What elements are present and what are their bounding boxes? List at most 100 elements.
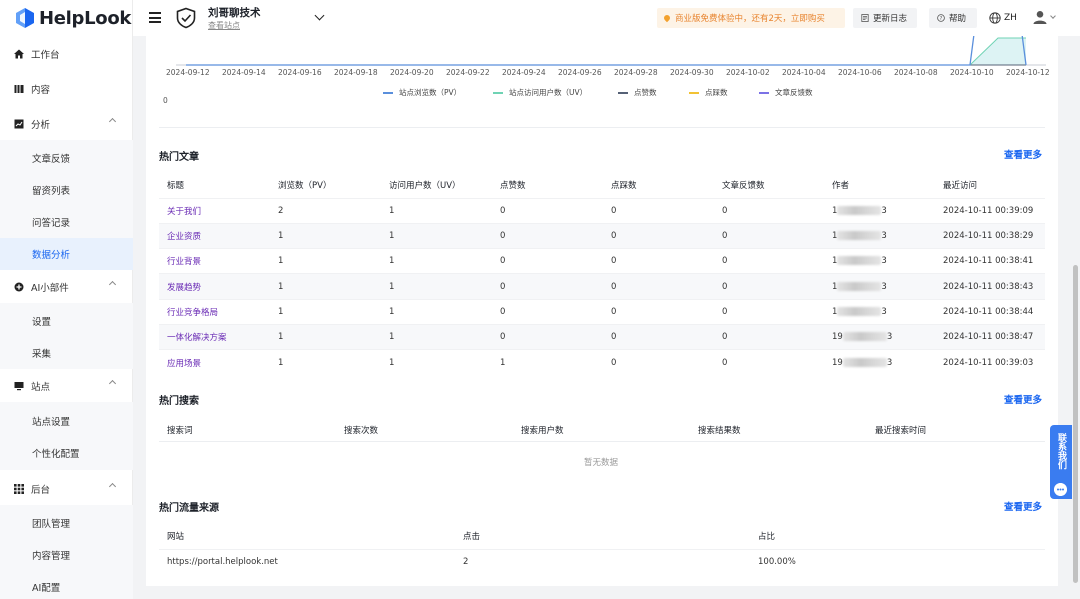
page-scrollbar[interactable] (1073, 265, 1078, 583)
sidebar-subitem-data-analysis[interactable]: 数据分析 (0, 238, 133, 270)
uv-cell: 1 (381, 197, 492, 224)
column-header: 文章反馈数 (722, 181, 765, 192)
hot-articles-more-link[interactable]: 查看更多 (1004, 147, 1042, 161)
dislikes-cell: 0 (603, 298, 714, 325)
article-title-link[interactable]: 行业背景 (159, 248, 270, 274)
legend-label: 站点浏览数（PV） (399, 88, 462, 97)
book-icon (14, 85, 24, 93)
language-switcher[interactable]: ZH (989, 12, 1017, 24)
dislikes-cell: 0 (603, 349, 714, 376)
pv-cell: 1 (270, 248, 381, 274)
sidebar-subitem-team[interactable]: 团队管理 (0, 507, 133, 539)
dislikes-cell: 0 (603, 248, 714, 274)
legend-item[interactable]: 站点浏览数（PV） (383, 87, 461, 98)
view-site-link[interactable]: 查看站点 (208, 20, 240, 31)
column-header: 搜索次数 (344, 425, 379, 436)
article-title-link[interactable]: 企业资质 (159, 222, 270, 249)
changelog-button[interactable]: 更新日志 (853, 8, 917, 28)
home-icon (14, 49, 24, 59)
likes-cell: 1 (492, 349, 603, 376)
help-label: 帮助 (949, 14, 967, 24)
help-button[interactable]: ? 帮助 (929, 8, 977, 28)
likes-cell: 0 (492, 273, 603, 300)
sidebar-subitem-qa-records[interactable]: 问答记录 (0, 206, 133, 238)
column-header: 网站 (167, 532, 185, 543)
app-logo[interactable]: HelpLook (16, 6, 131, 30)
article-title-link[interactable]: 应用场景 (159, 349, 270, 376)
contact-us-label: 联系我们 (1056, 433, 1066, 469)
table-header-row: 搜索词 搜索次数 搜索用户数 搜索结果数 最近搜索时间 (159, 417, 1045, 442)
article-title-link[interactable]: 一体化解决方案 (159, 323, 270, 350)
likes-cell: 0 (492, 197, 603, 224)
document-icon (861, 14, 869, 22)
promo-text: 商业版免费体验中，还有2天，立即购买 (675, 14, 825, 24)
legend-item[interactable]: 点踩数 (689, 87, 728, 98)
plus-circle-icon (14, 282, 24, 292)
sidebar-subitem-personalization[interactable]: 个性化配置 (0, 437, 133, 469)
contact-us-tab[interactable]: 联系我们 (1050, 425, 1072, 499)
column-header: 作者 (832, 181, 850, 192)
legend-swatch (493, 91, 503, 94)
x-tick-label: 2024-09-16 (278, 68, 322, 77)
analytics-panel: 0 2024-09-12 2024-09-14 2024-09-16 2024-09-1… (146, 36, 1058, 586)
sidebar-item-content[interactable]: 内容 (0, 73, 133, 105)
legend-label: 文章反馈数 (775, 88, 813, 97)
last-visit-cell: 2024-10-11 00:38:44 (935, 298, 1045, 325)
sidebar-subitem-ai-config[interactable]: AI配置 (0, 571, 133, 599)
help-circle-icon: ? (937, 14, 945, 22)
sidebar-item-analysis[interactable]: 分析 (0, 108, 133, 140)
x-tick-label: 2024-09-26 (558, 68, 602, 77)
sidebar-subitem-article-feedback[interactable]: 文章反馈 (0, 142, 133, 174)
uv-cell: 1 (381, 349, 492, 376)
hot-search-more-link[interactable]: 查看更多 (1004, 392, 1042, 406)
uv-cell: 1 (381, 248, 492, 274)
column-header: 搜索结果数 (698, 425, 741, 436)
sidebar-subitem-collect[interactable]: 采集 (0, 337, 133, 369)
sidebar: HelpLook 工作台 内容 分析 文章反馈 留资列表 问答记录 数据分析 A… (0, 0, 133, 599)
table-row: 关于我们 2 1 0 0 0 1 3 2024-10-11 00:39:09 (159, 197, 1045, 224)
author-cell: 13 (824, 248, 935, 274)
legend-item[interactable]: 文章反馈数 (759, 87, 813, 98)
sidebar-item-label: 站点 (31, 382, 51, 393)
article-title-link[interactable]: 行业竞争格局 (159, 298, 270, 325)
redacted-author (837, 281, 882, 291)
source-clicks: 2 (455, 548, 750, 575)
sidebar-subitem-site-settings[interactable]: 站点设置 (0, 405, 133, 437)
column-header: 最近访问 (943, 181, 978, 192)
legend-item[interactable]: 站点访问用户数（UV） (493, 87, 587, 98)
chevron-down-icon[interactable] (1050, 13, 1056, 19)
likes-cell: 0 (492, 298, 603, 325)
top-header: 刘哥聊技术 查看站点 商业版免费体验中，还有2天，立即购买 更新日志 ? 帮助 … (133, 0, 1080, 36)
sidebar-item-workbench[interactable]: 工作台 (0, 38, 133, 70)
user-avatar-icon[interactable] (1033, 10, 1047, 24)
sidebar-item-backend[interactable]: 后台 (0, 473, 133, 505)
trial-promo-banner[interactable]: 商业版免费体验中，还有2天，立即购买 (657, 8, 845, 28)
sidebar-subitem-leads[interactable]: 留资列表 (0, 174, 133, 206)
source-site[interactable]: https://portal.helplook.net (159, 548, 455, 575)
hot-sources-more-link[interactable]: 查看更多 (1004, 499, 1042, 513)
chevron-up-icon (108, 482, 117, 491)
author-suffix: 3 (886, 332, 893, 343)
x-tick-label: 2024-10-10 (950, 68, 994, 77)
y-tick-label: 0 (163, 96, 168, 105)
pv-cell: 2 (270, 197, 381, 224)
author-cell: 19 3 (824, 323, 935, 350)
sidebar-subitem-content-manage[interactable]: 内容管理 (0, 539, 133, 571)
author-suffix: 3 (886, 357, 893, 368)
x-tick-label: 2024-09-28 (614, 68, 658, 77)
series-line-0 (186, 36, 1027, 66)
sidebar-item-label: AI小部件 (31, 283, 69, 294)
last-visit-cell: 2024-10-11 00:38:47 (935, 323, 1045, 350)
sidebar-item-ai-widget[interactable]: AI小部件 (0, 271, 133, 303)
x-tick-label: 2024-09-12 (166, 68, 210, 77)
article-title-link[interactable]: 发展趋势 (159, 273, 270, 300)
x-tick-label: 2024-10-12 (1006, 68, 1050, 77)
menu-toggle-icon[interactable] (149, 12, 161, 23)
sidebar-subitem-settings[interactable]: 设置 (0, 305, 133, 337)
article-title-link[interactable]: 关于我们 (159, 197, 270, 224)
author-suffix: 3 (881, 205, 887, 216)
sidebar-item-site[interactable]: 站点 (0, 370, 133, 402)
legend-item[interactable]: 点赞数 (618, 87, 657, 98)
legend-swatch (759, 91, 769, 94)
chevron-down-icon[interactable] (314, 10, 325, 21)
